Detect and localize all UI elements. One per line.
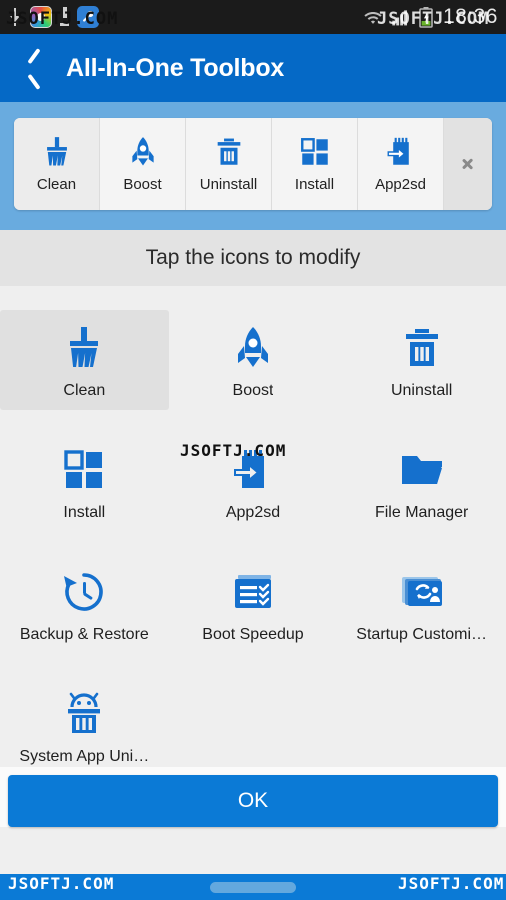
- toolbar-item-clean[interactable]: Clean: [14, 118, 100, 210]
- hint-text: Tap the icons to modify: [0, 230, 506, 286]
- status-bar-right-icons: 18:36: [363, 5, 498, 29]
- tools-grid-container: Clean Boost Uninstall Install App2sd Fil…: [0, 286, 506, 767]
- grid-item-install[interactable]: Install: [0, 432, 169, 532]
- nav-home-pill[interactable]: [210, 881, 296, 893]
- broom-icon: [46, 137, 67, 166]
- download-arrow-icon: [10, 8, 20, 26]
- startup-icon: [401, 577, 442, 606]
- toolbar-item-label: Clean: [36, 176, 77, 193]
- grid-item-label: Clean: [63, 382, 106, 399]
- toolbar-item-label: App2sd: [375, 176, 426, 193]
- battery-icon: [419, 6, 433, 28]
- wifi-icon: [364, 11, 382, 24]
- grid-item-uninstall[interactable]: Uninstall: [337, 310, 506, 410]
- broom-icon: [70, 327, 99, 367]
- grid-item-label: Install: [63, 504, 106, 521]
- clock-back-icon: [64, 573, 104, 611]
- quick-toolbar: Clean Boost Uninstall Install App2sd: [14, 118, 492, 210]
- grid-item-startup-customize[interactable]: Startup Customi…: [337, 554, 506, 654]
- status-bar-clock: 18:36: [442, 5, 498, 28]
- status-bar-left-icons: [8, 6, 99, 28]
- page-title: All-In-One Toolbox: [66, 53, 285, 82]
- grid-item-backup-restore[interactable]: Backup & Restore: [0, 554, 169, 654]
- toolbar-item-label: Uninstall: [199, 176, 258, 193]
- grid-item-label: System App Uni…: [19, 748, 150, 765]
- vibrate-icon: [60, 7, 69, 27]
- android-trash-icon: [68, 692, 101, 733]
- grid-item-clean[interactable]: Clean: [0, 310, 169, 410]
- grid-item-label: Backup & Restore: [19, 626, 149, 643]
- footer-bar: OK: [0, 767, 506, 827]
- folder-icon: [401, 456, 442, 484]
- grid-item-label: Boot Speedup: [202, 626, 304, 643]
- grid-item-label: Uninstall: [390, 382, 453, 399]
- status-bar: 18:36: [0, 0, 506, 34]
- grid-item-boost[interactable]: Boost: [169, 310, 338, 410]
- toolbar-scroll-next-button[interactable]: [444, 118, 492, 210]
- grid-item-app2sd[interactable]: App2sd: [169, 432, 338, 532]
- grid-apps-icon: [300, 138, 328, 165]
- toolbar-item-label: Boost: [123, 176, 162, 193]
- toolbar-item-install[interactable]: Install: [272, 118, 358, 210]
- trash-icon: [217, 138, 240, 165]
- toolbar-band: Clean Boost Uninstall Install App2sd: [0, 102, 506, 230]
- system-nav-bar: [0, 874, 506, 900]
- wrench-app-icon: [77, 6, 99, 28]
- trash-icon: [405, 329, 438, 366]
- rocket-icon: [237, 327, 268, 367]
- tools-grid: Clean Boost Uninstall Install App2sd Fil…: [0, 310, 506, 776]
- toolbar-item-label: Install: [294, 176, 335, 193]
- ok-button-label: OK: [237, 789, 269, 812]
- rocket-icon: [131, 137, 154, 166]
- grid-item-file-manager[interactable]: File Manager: [337, 432, 506, 532]
- back-chevron-icon[interactable]: [22, 53, 48, 83]
- grid-item-label: File Manager: [374, 504, 469, 521]
- grid-item-system-app-uninstaller[interactable]: System App Uni…: [0, 676, 169, 776]
- toolbar-item-uninstall[interactable]: Uninstall: [186, 118, 272, 210]
- sdcard-icon: [387, 137, 409, 165]
- signal-icon: [392, 9, 407, 25]
- chevron-right-icon: [461, 153, 475, 175]
- ok-button[interactable]: OK: [8, 775, 498, 827]
- grid-item-label: App2sd: [225, 504, 281, 521]
- wrench-glyph-icon: [82, 10, 94, 22]
- grid-item-boot-speedup[interactable]: Boot Speedup: [169, 554, 338, 654]
- toolbar-item-boost[interactable]: Boost: [100, 118, 186, 210]
- toolbar-item-app2sd[interactable]: App2sd: [358, 118, 444, 210]
- photos-app-icon: [30, 6, 52, 28]
- grid-apps-icon: [64, 450, 103, 488]
- grid-item-label: Startup Customi…: [356, 626, 488, 643]
- grid-item-label: Boost: [232, 382, 274, 399]
- sdcard-icon: [233, 450, 264, 488]
- checklist-icon: [234, 575, 271, 608]
- app-header: All-In-One Toolbox: [0, 34, 506, 102]
